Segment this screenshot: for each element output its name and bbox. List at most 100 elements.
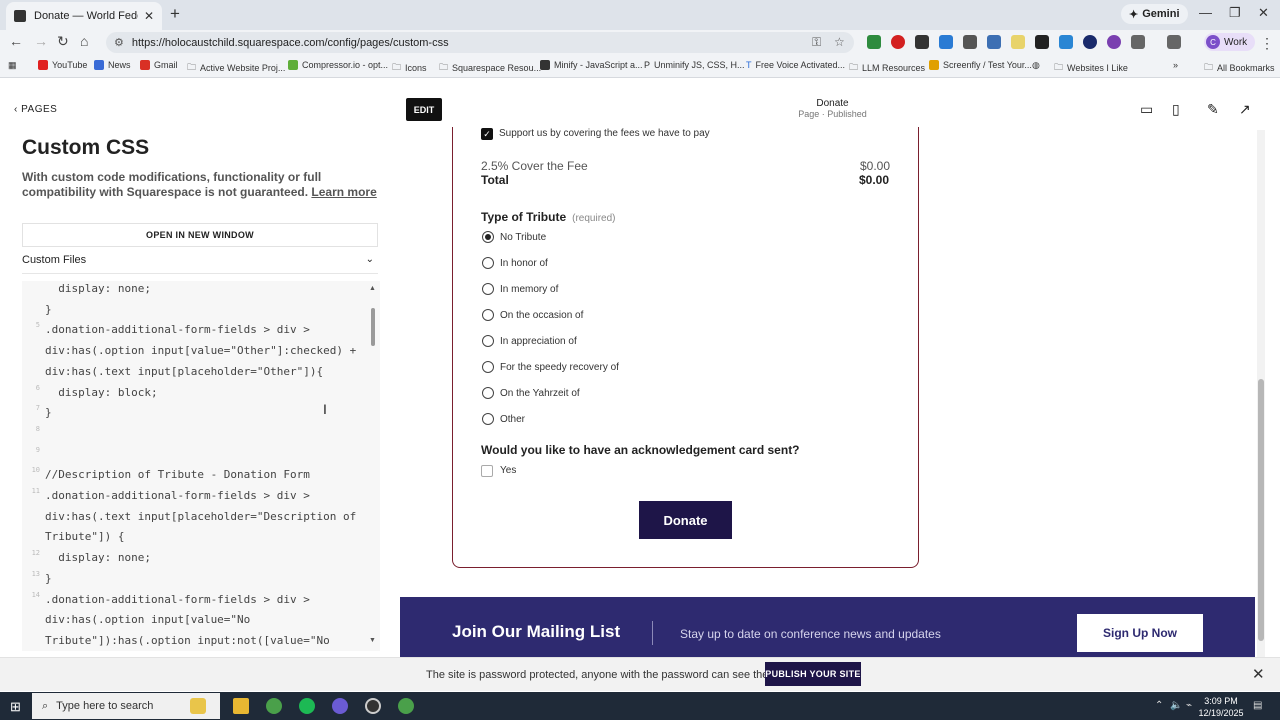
extension-icon[interactable]: [867, 35, 881, 49]
donate-button[interactable]: Donate: [639, 501, 732, 539]
learn-more-link[interactable]: Learn more: [311, 185, 376, 199]
more-bookmarks-icon[interactable]: »: [1173, 60, 1178, 70]
mobile-view-icon[interactable]: ▯: [1172, 101, 1180, 118]
card-yes-checkbox[interactable]: [481, 465, 493, 477]
home-icon[interactable]: ⌂: [80, 33, 88, 49]
password-key-icon[interactable]: ⚿: [812, 35, 821, 50]
back-to-pages[interactable]: ‹ PAGES: [14, 104, 57, 115]
tribute-option-label[interactable]: In honor of: [500, 258, 548, 269]
tribute-radio[interactable]: [482, 309, 494, 321]
code-line[interactable]: 10 //Description of Tribute - Donation Fo…: [22, 464, 310, 485]
code-line[interactable]: 8: [22, 423, 45, 444]
editor-scroll-thumb[interactable]: [371, 308, 375, 346]
sign-up-button[interactable]: Sign Up Now: [1077, 614, 1203, 652]
bookmark-folder[interactable]: 🗀 Icons: [392, 60, 427, 76]
tribute-option-label[interactable]: For the speedy recovery of: [500, 362, 619, 373]
url-field[interactable]: ⚙ https://holocaustchild.squarespace.com…: [106, 32, 854, 53]
code-line[interactable]: div:has(.text input[placeholder="Other"]…: [22, 361, 323, 382]
browser-menu-icon[interactable]: ⋮: [1260, 35, 1274, 52]
tribute-option-label[interactable]: No Tribute: [500, 232, 546, 243]
code-line[interactable]: }: [22, 299, 52, 320]
tribute-radio[interactable]: [482, 413, 494, 425]
file-explorer-icon[interactable]: [233, 698, 249, 714]
puzzle-icon[interactable]: [1131, 35, 1145, 49]
scroll-down-icon[interactable]: ▼: [369, 637, 376, 644]
reload-icon[interactable]: ↻: [57, 33, 69, 50]
code-line[interactable]: Tribute"]):has(.option input:not([value=…: [22, 630, 330, 651]
custom-files-toggle[interactable]: Custom Files ⌄: [22, 254, 378, 274]
speaker-icon[interactable]: 🔈: [1170, 700, 1182, 711]
bookmark-minify[interactable]: Minify - JavaScript a...: [540, 60, 643, 70]
tray-chevron-icon[interactable]: ⌃: [1155, 700, 1163, 711]
desktop-view-icon[interactable]: ▭: [1140, 101, 1153, 118]
restore-icon[interactable]: ❐: [1229, 5, 1241, 21]
bookmark-folder[interactable]: 🗀 Active Website Proj...: [187, 60, 285, 76]
tribute-radio[interactable]: [482, 361, 494, 373]
site-info-icon[interactable]: ⚙: [114, 36, 124, 49]
bookmark-folder[interactable]: 🗀 Websites I Like: [1054, 60, 1128, 76]
code-line[interactable]: 5 .donation-additional-form-fields > div …: [22, 319, 310, 340]
close-icon[interactable]: ✕: [1252, 665, 1265, 683]
apps-grid-icon[interactable]: ▦: [8, 60, 17, 71]
extension-icon[interactable]: [963, 35, 977, 49]
chrome-icon[interactable]: [398, 698, 414, 714]
gemini-button[interactable]: ✦ Gemini: [1121, 4, 1188, 24]
edit-button[interactable]: EDIT: [406, 98, 442, 121]
code-line[interactable]: div:has(.text input[placeholder="Descrip…: [22, 506, 356, 527]
code-line[interactable]: 13}: [22, 568, 52, 589]
bookmark-youtube[interactable]: YouTube: [38, 60, 87, 70]
code-line[interactable]: 9: [22, 444, 45, 465]
bookmark-star-icon[interactable]: ☆: [834, 35, 845, 49]
taskbar-clock[interactable]: 3:09 PM 12/19/2025: [1196, 695, 1246, 719]
preview-scroll-thumb[interactable]: [1258, 379, 1264, 641]
bookmark-compressor[interactable]: Compressor.io - opt...: [288, 60, 388, 70]
extension-icon[interactable]: [1107, 35, 1121, 49]
eyedropper-icon[interactable]: [1035, 35, 1049, 49]
extension-icon[interactable]: [1011, 35, 1025, 49]
code-line[interactable]: display: none;: [22, 281, 151, 299]
bookmark-folder[interactable]: 🗀 Squarespace Resou...: [439, 60, 541, 76]
open-in-new-window-button[interactable]: OPEN IN NEW WINDOW: [22, 223, 378, 247]
scroll-up-icon[interactable]: ▲: [369, 285, 376, 292]
code-line[interactable]: 14 .donation-additional-form-fields > div…: [22, 589, 310, 610]
code-line[interactable]: Tribute"]) {: [22, 526, 124, 547]
design-brush-icon[interactable]: ✎: [1207, 101, 1219, 118]
tribute-radio[interactable]: [482, 257, 494, 269]
css-code-editor[interactable]: display: none;} 5 .donation-additional-for…: [22, 281, 380, 651]
browser-tab[interactable]: Donate — World Federation of ✕: [6, 2, 162, 30]
new-tab-icon[interactable]: +: [170, 4, 180, 24]
extension-grid-icon[interactable]: [915, 35, 929, 49]
tribute-radio[interactable]: [482, 387, 494, 399]
code-line[interactable]: div:has(.option input[value="Other"]:che…: [22, 340, 356, 361]
code-line[interactable]: 7}: [22, 402, 52, 423]
tribute-option-label[interactable]: In appreciation of: [500, 336, 577, 347]
back-arrow-icon[interactable]: ←: [9, 33, 23, 49]
close-tab-icon[interactable]: ✕: [144, 9, 154, 23]
download-icon[interactable]: [1059, 35, 1073, 49]
code-line[interactable]: div:has(.option input[value="No: [22, 609, 250, 630]
bookmark-globe[interactable]: ◍: [1032, 60, 1040, 71]
forward-arrow-icon[interactable]: →: [34, 33, 48, 49]
bookmark-news[interactable]: News: [94, 60, 131, 70]
all-bookmarks[interactable]: 🗀 All Bookmarks: [1204, 60, 1275, 76]
code-line[interactable]: 6 display: block;: [22, 382, 158, 403]
tribute-radio[interactable]: [482, 335, 494, 347]
tribute-option-label[interactable]: On the occasion of: [500, 310, 583, 321]
tab-search-icon[interactable]: [1167, 35, 1181, 49]
network-icon[interactable]: ⌁: [1186, 700, 1192, 711]
copilot-sparkle-icon[interactable]: [190, 698, 206, 714]
tribute-radio[interactable]: [482, 231, 494, 243]
code-line[interactable]: 12 display: none;: [22, 547, 151, 568]
tribute-option-label[interactable]: Other: [500, 414, 525, 425]
tribute-radio[interactable]: [482, 283, 494, 295]
windows-start-icon[interactable]: ⊞: [10, 699, 21, 715]
spotify-icon[interactable]: [299, 698, 315, 714]
notification-icon[interactable]: ▤: [1253, 700, 1262, 711]
cover-fee-checkbox[interactable]: ✓: [481, 128, 493, 140]
close-window-icon[interactable]: ✕: [1258, 5, 1269, 21]
tribute-option-label[interactable]: On the Yahrzeit of: [500, 388, 580, 399]
extension-icon[interactable]: [987, 35, 1001, 49]
bookmark-gmail[interactable]: Gmail: [140, 60, 178, 70]
tribute-option-label[interactable]: In memory of: [500, 284, 558, 295]
minimize-icon[interactable]: —: [1199, 5, 1212, 20]
